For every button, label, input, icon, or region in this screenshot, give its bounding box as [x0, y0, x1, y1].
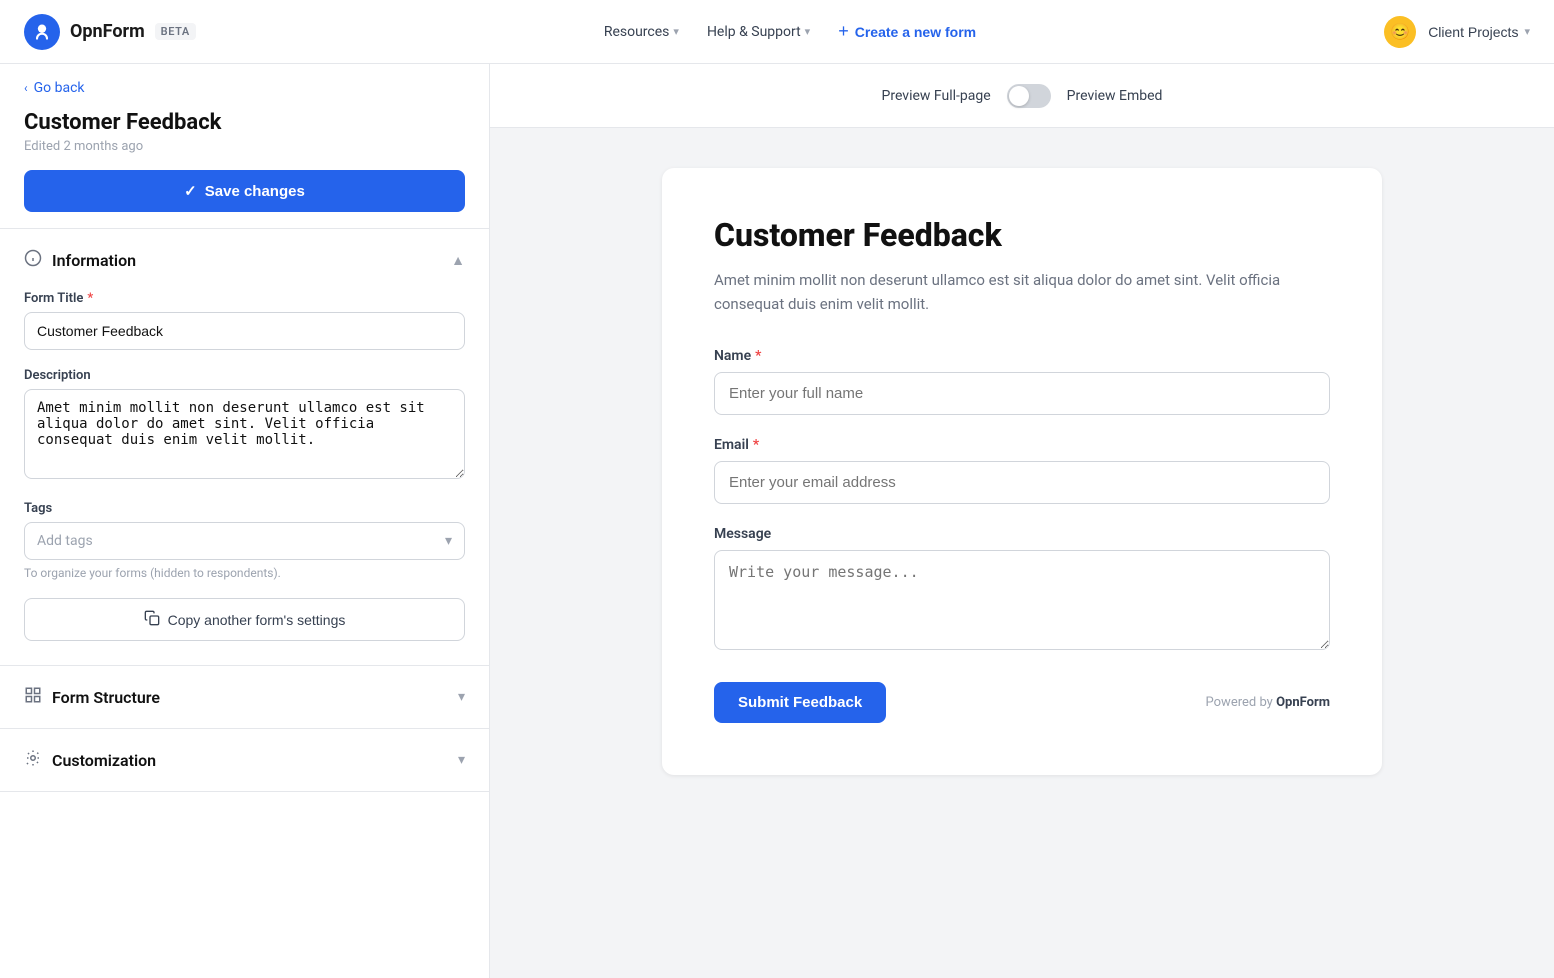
- form-title-input[interactable]: [24, 312, 465, 350]
- sidebar: ‹ Go back Customer Feedback Edited 2 mon…: [0, 64, 490, 978]
- customization-accordion: Customization ▾: [0, 729, 489, 792]
- preview-full-page-label: Preview Full-page: [882, 88, 991, 104]
- preview-name-input[interactable]: [714, 372, 1330, 415]
- customization-icon: [24, 749, 42, 771]
- workspace-button[interactable]: Client Projects ▾: [1428, 24, 1530, 40]
- form-card: Customer Feedback Amet minim mollit non …: [662, 168, 1382, 775]
- preview-email-label: Email *: [714, 437, 1330, 453]
- copy-icon: [144, 610, 160, 629]
- accordion-title-group: Customization: [24, 749, 156, 771]
- tags-label: Tags: [24, 501, 465, 516]
- preview-message-textarea[interactable]: [714, 550, 1330, 650]
- copy-another-form-button[interactable]: Copy another form's settings: [24, 598, 465, 641]
- app-header: OpnForm BETA Resources ▾ Help & Support …: [0, 0, 1554, 64]
- chevron-down-icon: ▾: [805, 25, 811, 38]
- go-back-link[interactable]: ‹ Go back: [24, 80, 465, 96]
- form-structure-accordion: Form Structure ▾: [0, 666, 489, 729]
- chevron-left-icon: ‹: [24, 81, 28, 95]
- chevron-down-icon: ▾: [458, 689, 465, 705]
- required-star: *: [87, 291, 93, 306]
- form-card-title: Customer Feedback: [714, 216, 1330, 254]
- customization-accordion-header[interactable]: Customization ▾: [0, 729, 489, 791]
- description-label: Description: [24, 368, 465, 383]
- preview-area: Preview Full-page Preview Embed Customer…: [490, 64, 1554, 978]
- chevron-down-icon: ▾: [458, 752, 465, 768]
- header-nav: Resources ▾ Help & Support ▾ + Create a …: [604, 21, 976, 42]
- form-edited-time: Edited 2 months ago: [24, 139, 465, 154]
- app-body: ‹ Go back Customer Feedback Edited 2 mon…: [0, 64, 1554, 978]
- sidebar-top: ‹ Go back Customer Feedback Edited 2 mon…: [0, 64, 489, 229]
- avatar[interactable]: 😊: [1384, 16, 1416, 48]
- preview-message-label: Message: [714, 526, 1330, 542]
- chevron-up-icon: ▲: [451, 252, 465, 269]
- logo-group: OpnForm BETA: [24, 14, 196, 50]
- info-icon: [24, 249, 42, 271]
- information-accordion: Information ▲ Form Title * Description A…: [0, 229, 489, 666]
- preview-email-field: Email *: [714, 437, 1330, 504]
- chevron-down-icon: ▾: [1524, 25, 1530, 38]
- tags-help-text: To organize your forms (hidden to respon…: [24, 566, 465, 580]
- structure-icon: [24, 686, 42, 708]
- form-structure-accordion-header[interactable]: Form Structure ▾: [0, 666, 489, 728]
- tags-group: Tags Add tags ▾ To organize your forms (…: [24, 501, 465, 580]
- beta-badge: BETA: [155, 23, 196, 40]
- required-star: *: [753, 437, 759, 453]
- accordion-title-group: Form Structure: [24, 686, 160, 708]
- plus-icon: +: [838, 21, 849, 42]
- form-card-description: Amet minim mollit non deserunt ullamco e…: [714, 268, 1330, 316]
- preview-email-input[interactable]: [714, 461, 1330, 504]
- logo-icon: [24, 14, 60, 50]
- powered-by-text: Powered by OpnForm: [1206, 695, 1330, 710]
- form-submit-row: Submit Feedback Powered by OpnForm: [714, 682, 1330, 723]
- accordion-title-group: Information: [24, 249, 136, 271]
- create-new-form-button[interactable]: + Create a new form: [838, 21, 976, 42]
- preview-content: Customer Feedback Amet minim mollit non …: [490, 128, 1554, 978]
- information-accordion-header[interactable]: Information ▲: [0, 229, 489, 291]
- required-star: *: [755, 348, 761, 364]
- form-title-label: Form Title *: [24, 291, 465, 306]
- preview-toggle[interactable]: [1007, 84, 1051, 108]
- tags-select[interactable]: Add tags ▾: [24, 522, 465, 560]
- save-changes-button[interactable]: ✓ Save changes: [24, 170, 465, 212]
- nav-resources[interactable]: Resources ▾: [604, 24, 679, 40]
- logo-text: OpnForm: [70, 21, 145, 42]
- description-textarea[interactable]: Amet minim mollit non deserunt ullamco e…: [24, 389, 465, 479]
- checkmark-icon: ✓: [184, 182, 197, 200]
- chevron-down-icon: ▾: [673, 25, 679, 38]
- form-name-title: Customer Feedback: [24, 110, 465, 135]
- form-title-group: Form Title *: [24, 291, 465, 350]
- header-right: 😊 Client Projects ▾: [1384, 16, 1530, 48]
- nav-help-support[interactable]: Help & Support ▾: [707, 24, 810, 40]
- chevron-down-icon: ▾: [445, 533, 452, 549]
- toggle-knob: [1009, 86, 1029, 106]
- preview-toolbar: Preview Full-page Preview Embed: [490, 64, 1554, 128]
- preview-embed-label: Preview Embed: [1067, 88, 1163, 104]
- preview-message-field: Message: [714, 526, 1330, 654]
- preview-name-field: Name *: [714, 348, 1330, 415]
- description-group: Description Amet minim mollit non deseru…: [24, 368, 465, 483]
- submit-feedback-button[interactable]: Submit Feedback: [714, 682, 886, 723]
- preview-name-label: Name *: [714, 348, 1330, 364]
- information-accordion-body: Form Title * Description Amet minim moll…: [0, 291, 489, 665]
